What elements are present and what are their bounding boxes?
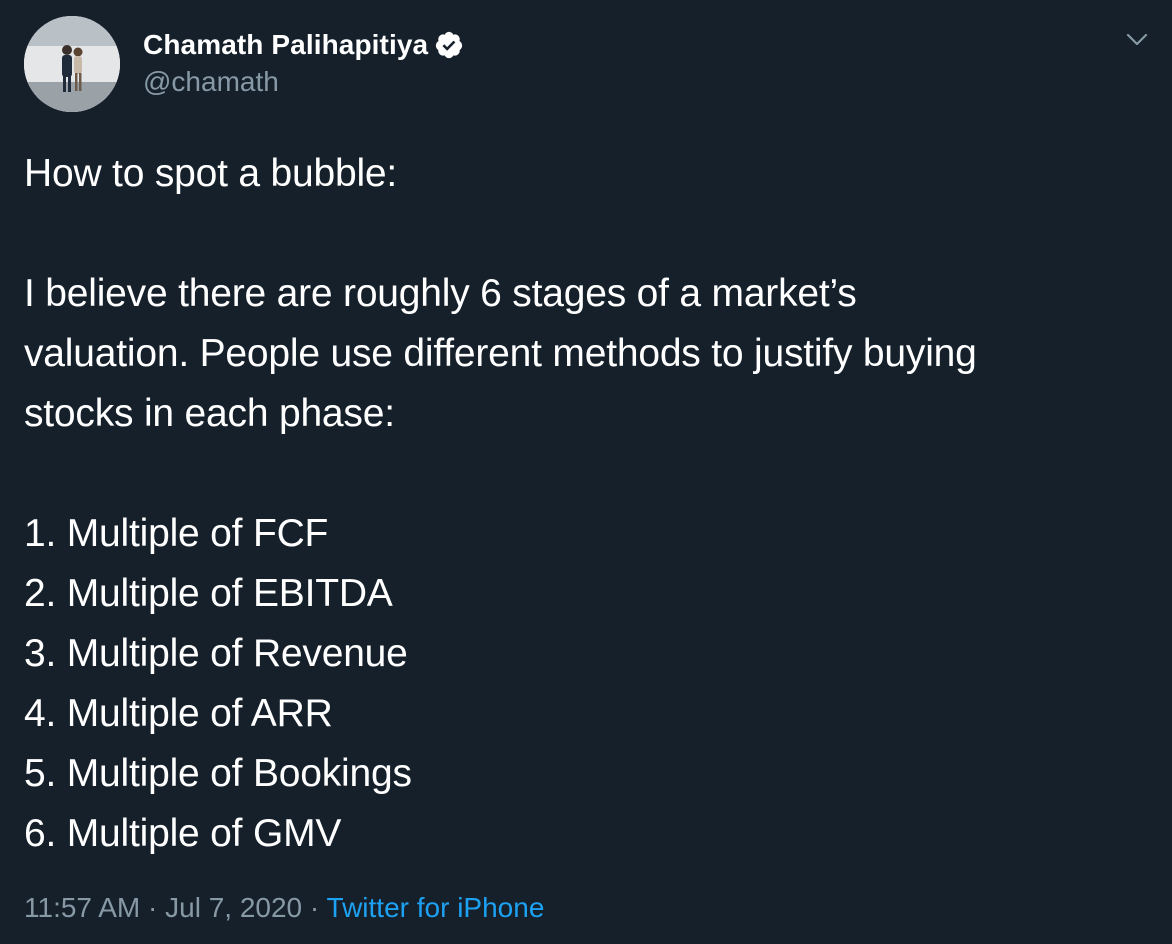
tweet-meta: 11:57 AM · Jul 7, 2020 · Twitter for iPh… <box>24 892 544 924</box>
tweet-date[interactable]: Jul 7, 2020 <box>165 892 302 923</box>
verified-badge-icon <box>434 30 464 60</box>
tweet-text: How to spot a bubble: I believe there ar… <box>24 144 1144 864</box>
meta-separator: · <box>302 892 327 923</box>
author-block[interactable]: Chamath Palihapitiya @chamath <box>143 28 464 98</box>
list-item: 5. Multiple of Bookings <box>24 752 412 795</box>
name-row: Chamath Palihapitiya <box>143 28 464 62</box>
chevron-down-icon[interactable] <box>1124 26 1150 52</box>
tweet-paragraph-line: stocks in each phase: <box>24 392 395 435</box>
avatar[interactable] <box>24 16 120 112</box>
tweet-paragraph-line: I believe there are roughly 6 stages of … <box>24 272 857 315</box>
list-item: 6. Multiple of GMV <box>24 812 342 855</box>
tweet-time[interactable]: 11:57 AM <box>24 892 140 923</box>
tweet-paragraph-line: valuation. People use different methods … <box>24 332 977 375</box>
tweet-source-link[interactable]: Twitter for iPhone <box>327 892 545 923</box>
display-name[interactable]: Chamath Palihapitiya <box>143 29 428 61</box>
list-item: 3. Multiple of Revenue <box>24 632 408 675</box>
tweet-intro: How to spot a bubble: <box>24 152 398 195</box>
list-item: 2. Multiple of EBITDA <box>24 572 393 615</box>
list-item: 4. Multiple of ARR <box>24 692 333 735</box>
meta-separator: · <box>140 892 166 923</box>
avatar-photo <box>24 16 120 112</box>
tweet-card: Chamath Palihapitiya @chamath How to spo… <box>0 0 1172 944</box>
handle[interactable]: @chamath <box>143 66 464 98</box>
list-item: 1. Multiple of FCF <box>24 512 329 555</box>
